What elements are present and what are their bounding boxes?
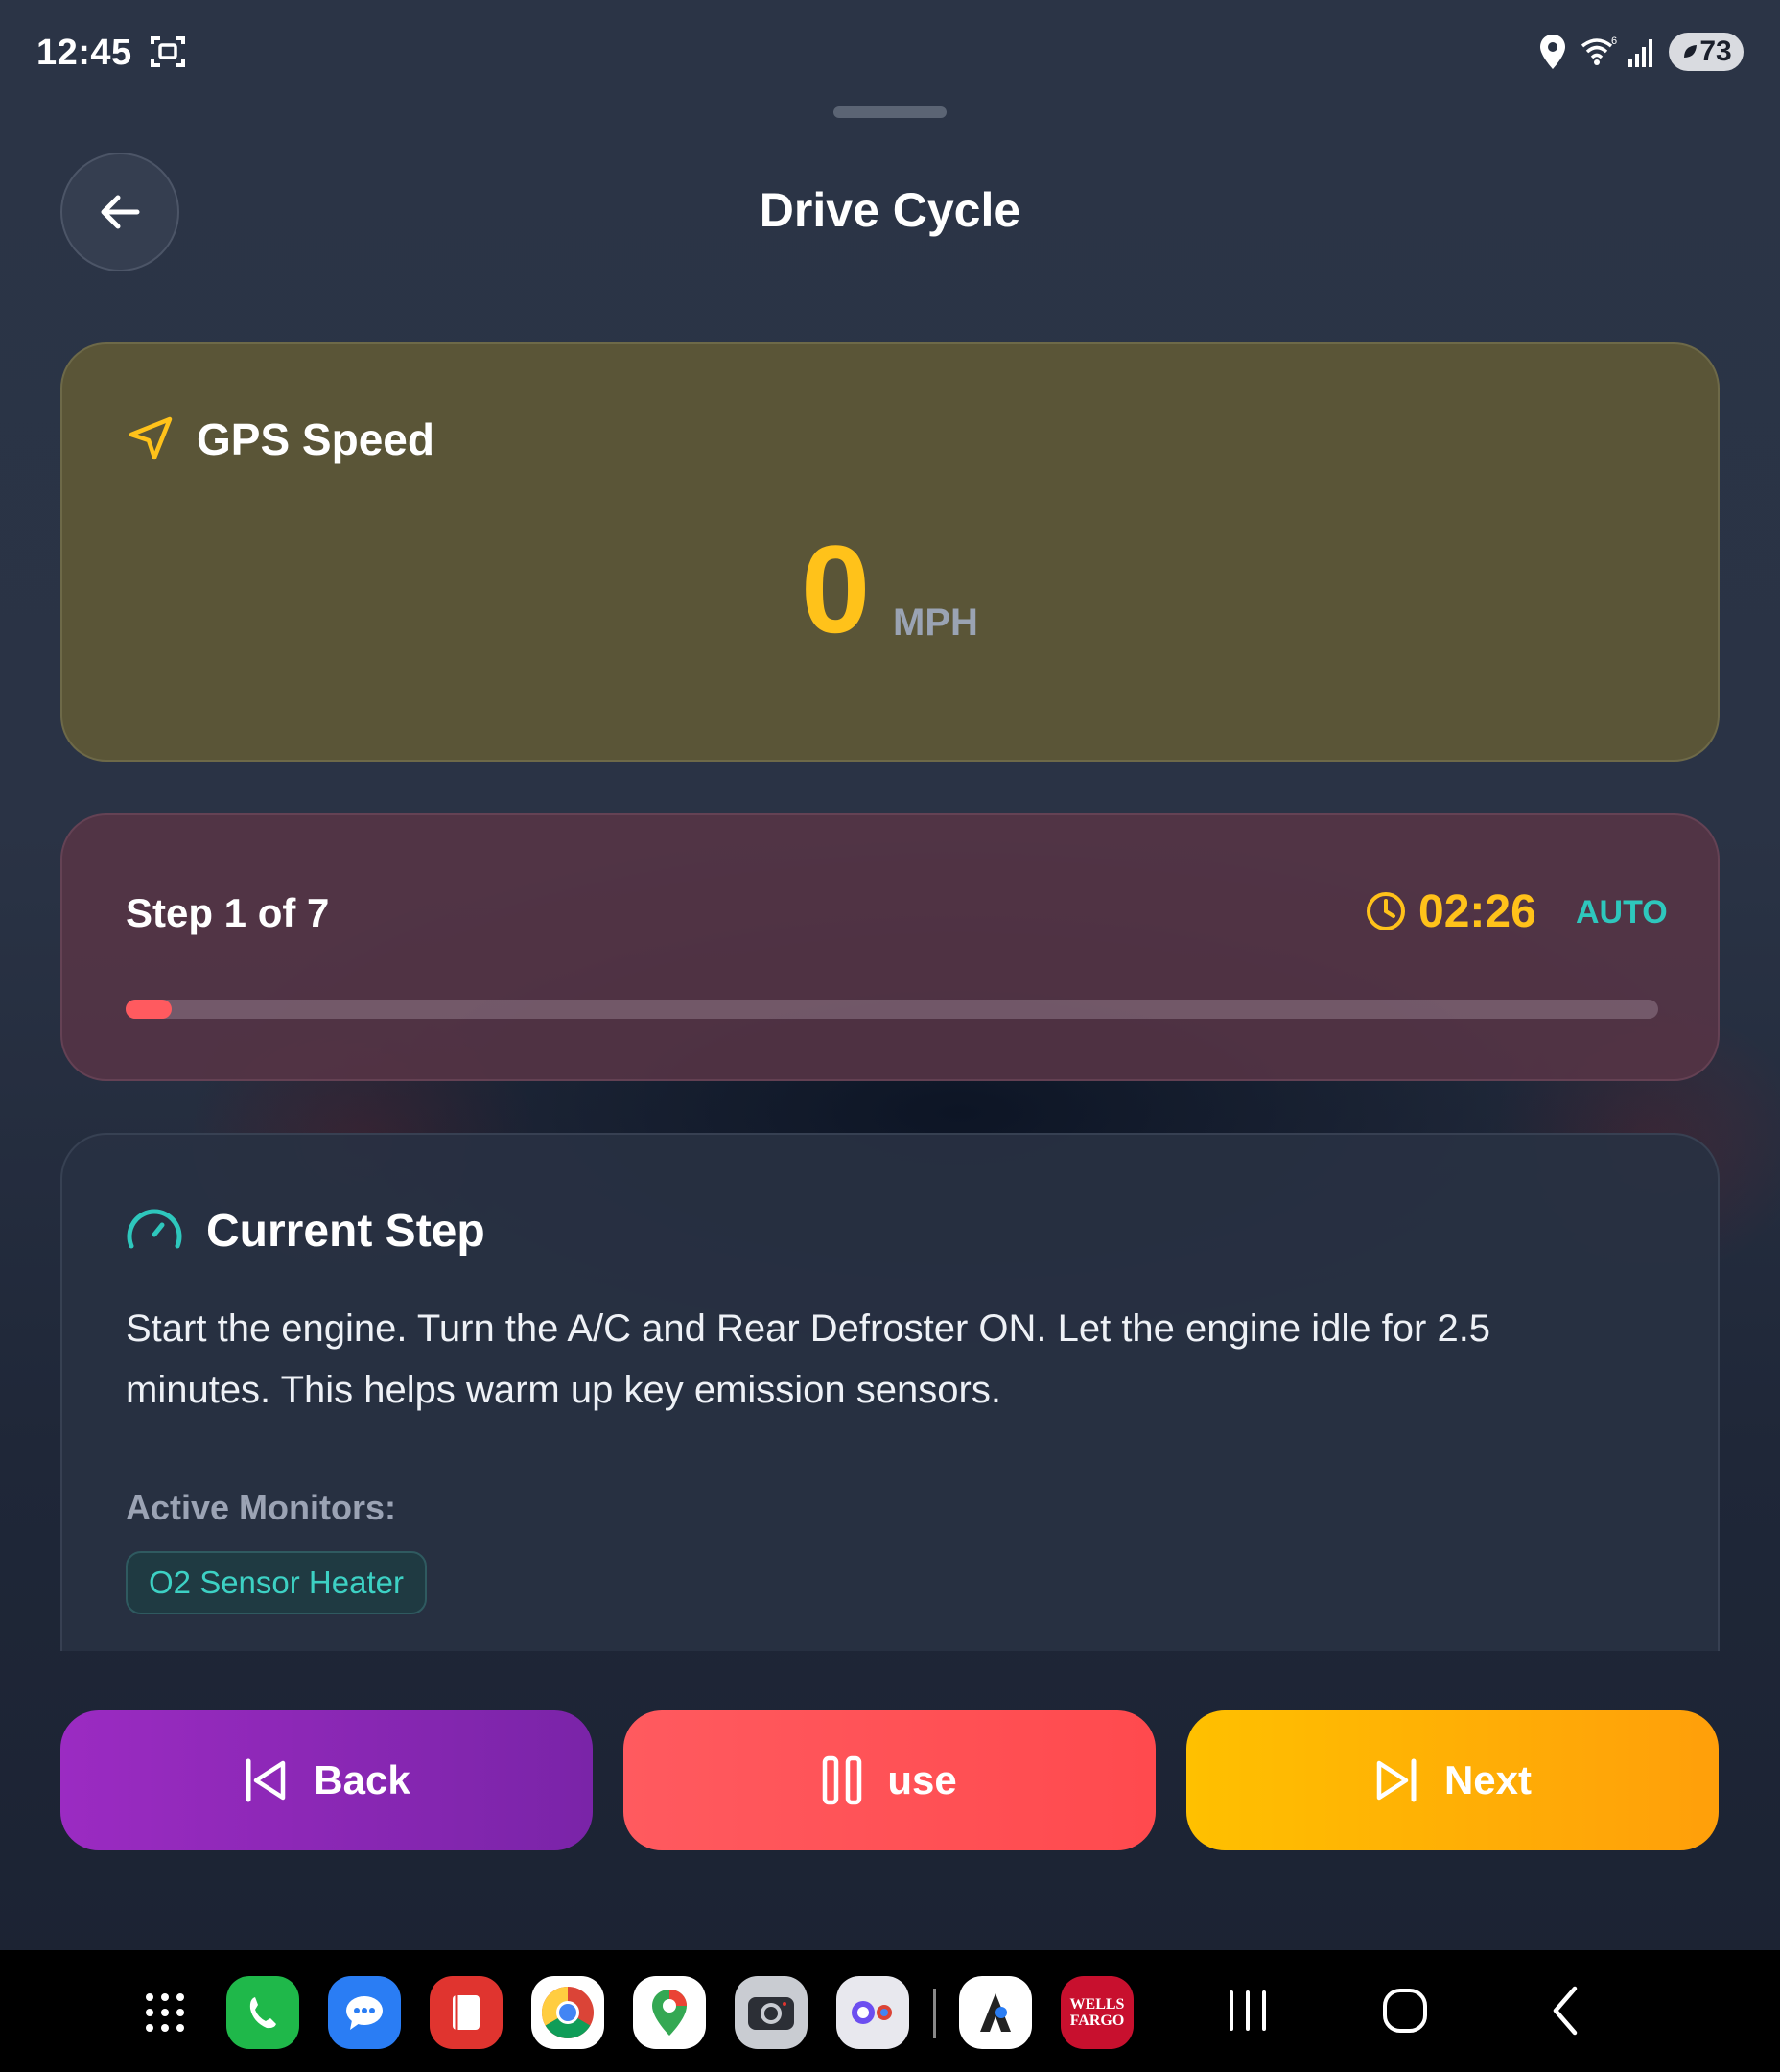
- maps-icon[interactable]: [633, 1976, 706, 2049]
- wifi-icon: 6: [1581, 35, 1617, 65]
- page-title: Drive Cycle: [759, 183, 1021, 237]
- speed-value: 0: [801, 519, 871, 659]
- next-button[interactable]: Next: [1186, 1710, 1719, 1850]
- location-icon: [1540, 35, 1565, 69]
- speedometer-icon: [127, 1209, 182, 1249]
- bank-logo-line2: FARGO: [1069, 2013, 1125, 2029]
- gps-speed-card: GPS Speed 0 MPH: [60, 342, 1720, 762]
- dock-divider: [933, 1989, 936, 2038]
- step-progress-card: Step 1 of 7 02:26 AUTO: [60, 813, 1720, 1081]
- chrome-icon[interactable]: [531, 1976, 604, 2049]
- back-system-icon[interactable]: [1546, 1979, 1584, 2042]
- gps-speed-title: GPS Speed: [197, 414, 434, 464]
- system-nav-bar: WELLS FARGO: [0, 1950, 1780, 2072]
- app-icon[interactable]: [959, 1976, 1032, 2049]
- pause-button[interactable]: use: [623, 1710, 1156, 1850]
- auto-mode-badge[interactable]: AUTO: [1576, 894, 1668, 931]
- notes-icon[interactable]: [430, 1976, 503, 2049]
- phone-icon[interactable]: [226, 1976, 299, 2049]
- pause-button-label: use: [887, 1757, 957, 1802]
- step-progress-fill: [126, 1000, 172, 1019]
- svg-text:6: 6: [1611, 35, 1617, 47]
- active-monitors-label: Active Monitors:: [126, 1488, 397, 1527]
- current-step-card: Current Step Start the engine. Turn the …: [60, 1133, 1720, 1651]
- skip-forward-icon: [1376, 1758, 1417, 1802]
- step-counter: Step 1 of 7: [126, 890, 330, 935]
- status-time: 12:45: [36, 33, 132, 73]
- status-bar: 12:45 6 73: [0, 0, 1780, 106]
- apps-grid-icon[interactable]: [129, 1976, 201, 2049]
- battery-saver-icon: [1684, 45, 1698, 58]
- back-button[interactable]: Back: [60, 1710, 593, 1850]
- screenshot-icon: [151, 36, 185, 67]
- browser-icon[interactable]: [836, 1976, 909, 2049]
- step-timer: 02:26: [1418, 886, 1536, 937]
- bank-logo-line1: WELLS: [1069, 1996, 1125, 2013]
- sheet-drag-handle[interactable]: [833, 106, 947, 118]
- navigation-arrow-icon: [129, 416, 173, 460]
- battery-indicator: 73: [1669, 33, 1744, 71]
- step-progress-bar: [126, 1000, 1658, 1019]
- messages-icon[interactable]: [328, 1976, 401, 2049]
- pause-icon: [823, 1755, 862, 1805]
- camera-icon[interactable]: [735, 1976, 808, 2049]
- monitor-chip: O2 Sensor Heater: [126, 1551, 427, 1614]
- current-step-title: Current Step: [206, 1206, 485, 1257]
- next-button-label: Next: [1443, 1757, 1533, 1802]
- recent-apps-icon[interactable]: [1226, 1979, 1270, 2042]
- bank-icon[interactable]: WELLS FARGO: [1061, 1976, 1134, 2049]
- battery-level: 73: [1699, 35, 1732, 67]
- speed-unit: MPH: [893, 601, 978, 644]
- home-icon[interactable]: [1379, 1979, 1431, 2042]
- clock-icon: [1367, 892, 1405, 930]
- skip-back-icon: [246, 1758, 286, 1802]
- back-button-label: Back: [314, 1757, 410, 1802]
- signal-icon: [1628, 39, 1652, 67]
- current-step-description: Start the engine. Turn the A/C and Rear …: [126, 1307, 1491, 1411]
